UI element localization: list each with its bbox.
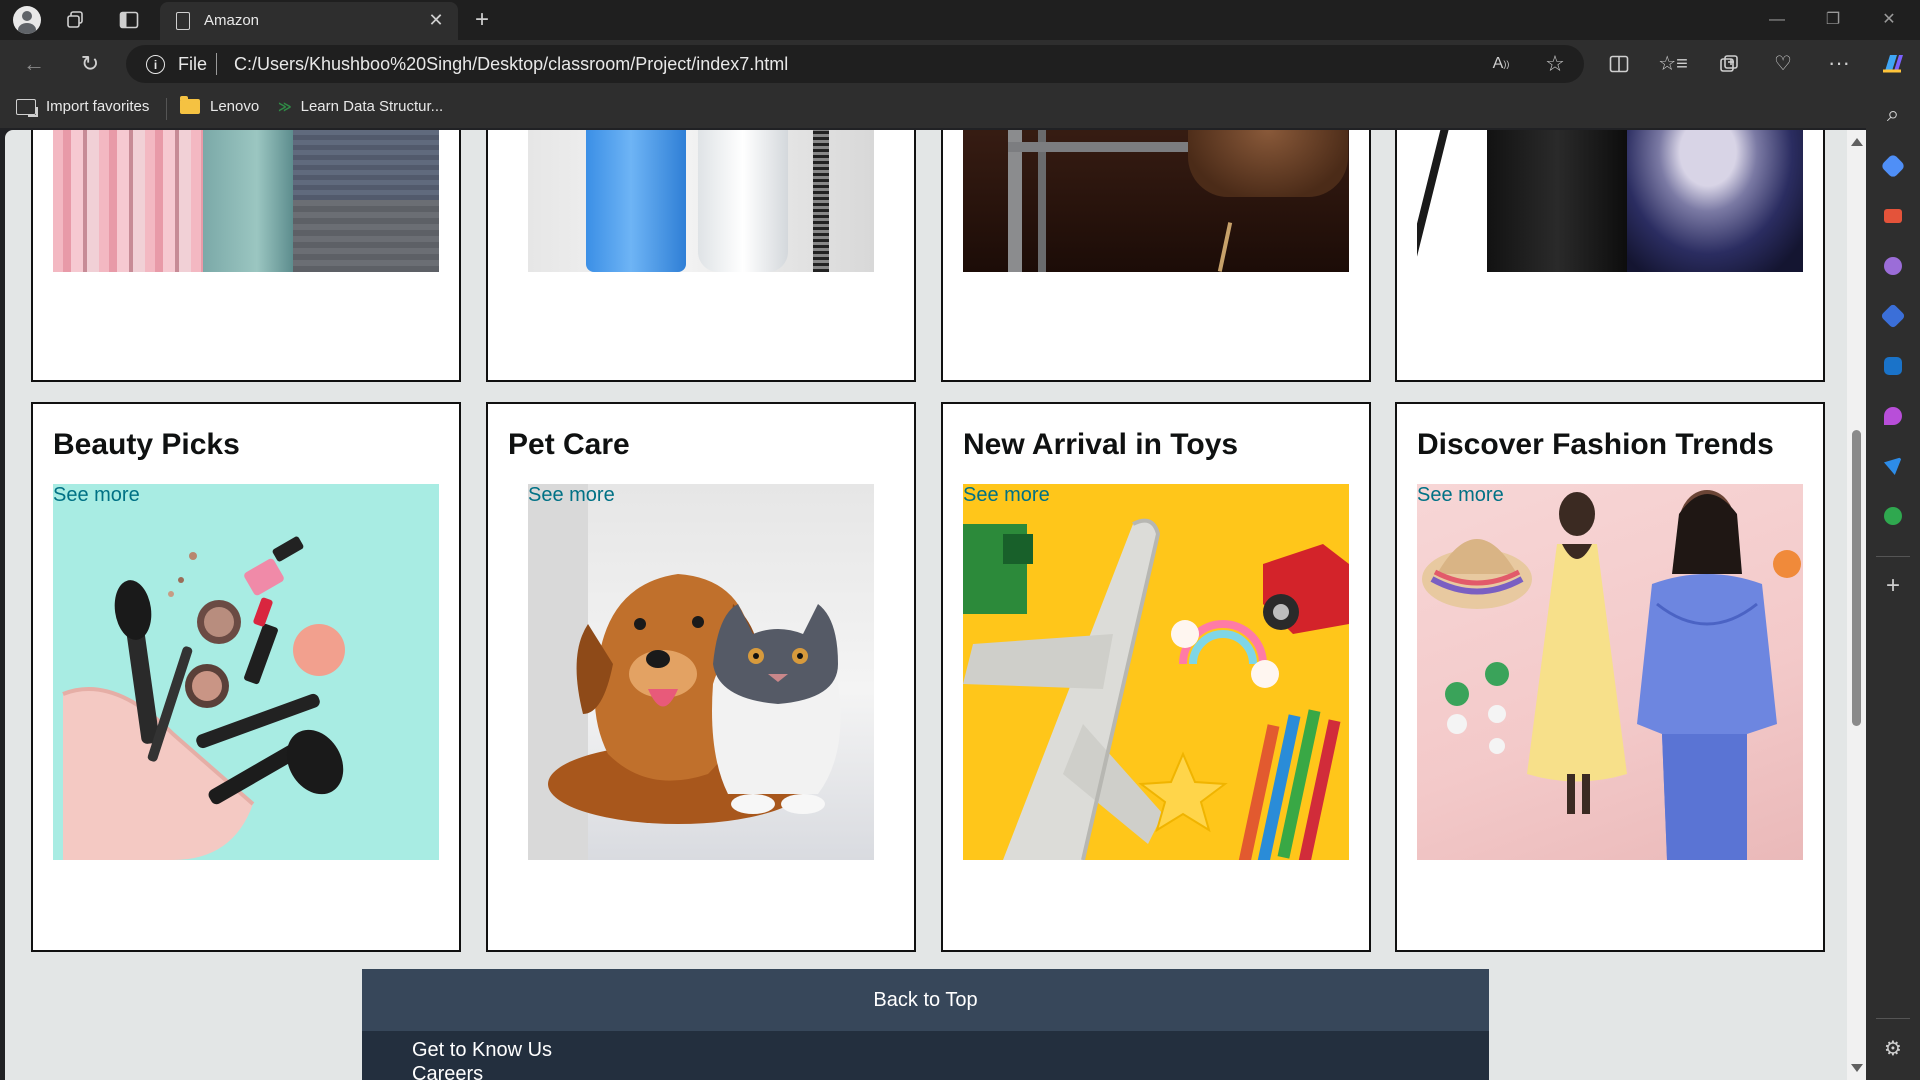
sidebar-separator <box>1876 556 1910 557</box>
samsung-phones-image[interactable] <box>1417 130 1803 272</box>
bookmark-separator <box>166 98 167 120</box>
ladder-and-chair-image[interactable] <box>963 130 1349 272</box>
scroll-up-arrow-icon[interactable] <box>1851 138 1863 146</box>
more-options-icon[interactable]: ··· <box>1826 50 1852 76</box>
tab-amazon[interactable]: Amazon ✕ <box>160 2 458 40</box>
address-bar[interactable]: i File C:/Users/Khushboo%20Singh/Desktop… <box>126 45 1584 83</box>
fashion-image[interactable] <box>1417 484 1803 860</box>
address-url[interactable]: C:/Users/Khushboo%20Singh/Desktop/classr… <box>234 54 788 75</box>
split-screen-icon[interactable] <box>1606 52 1632 76</box>
scroll-down-arrow-icon[interactable] <box>1851 1064 1863 1072</box>
browser-essentials-icon[interactable]: ♡ <box>1770 52 1796 76</box>
card-title: Pet Care <box>508 428 630 461</box>
bookmark-import-favorites[interactable]: Import favorites <box>16 98 150 117</box>
vertical-tabs-icon[interactable] <box>116 8 142 32</box>
back-arrow-icon[interactable]: ← <box>20 52 48 76</box>
card-title: Discover Fashion Trends <box>1417 428 1774 461</box>
card-title: New Arrival in Toys <box>963 428 1239 461</box>
favorites-icon[interactable]: ☆≡ <box>1658 51 1688 77</box>
tab-close-icon[interactable]: ✕ <box>424 8 448 32</box>
page-icon <box>176 12 190 30</box>
product-card <box>941 130 1371 382</box>
read-aloud-icon[interactable]: A)) <box>1488 53 1514 75</box>
settings-gear-icon[interactable]: ⚙ <box>1881 1036 1905 1060</box>
back-to-top-button[interactable]: Back to Top <box>362 969 1489 1031</box>
refresh-icon[interactable]: ↻ <box>76 50 104 78</box>
gg-logo-icon: ≫ <box>278 98 292 114</box>
new-tab-icon[interactable]: + <box>468 6 496 34</box>
import-favorites-icon <box>16 98 38 117</box>
makeup-image[interactable] <box>53 484 439 860</box>
favorite-star-icon[interactable]: ☆ <box>1542 52 1568 76</box>
bookmark-lenovo[interactable]: Lenovo <box>180 96 260 115</box>
bookmark-label: Learn Data Structur... <box>300 98 444 115</box>
title-bar: Amazon ✕ + — ❐ ✕ <box>0 0 1920 40</box>
product-card <box>486 130 916 382</box>
footer: Get to Know Us Careers <box>362 1031 1489 1080</box>
designer-icon[interactable] <box>1881 404 1905 428</box>
workspaces-icon[interactable] <box>62 8 88 32</box>
card-discover-fashion-trends: Discover Fashion Trends See more <box>1395 402 1825 952</box>
see-more-link[interactable]: See more <box>963 484 1050 507</box>
browser-toolbar: ← ↻ i File C:/Users/Khushboo%20Singh/Des… <box>0 40 1920 88</box>
copilot-icon[interactable] <box>1878 48 1908 78</box>
outlook-icon[interactable] <box>1881 354 1905 378</box>
bookmark-learn-data-structures[interactable]: ≫ Learn Data Structur... <box>278 98 443 115</box>
games-icon[interactable] <box>1881 254 1905 278</box>
scroll-thumb[interactable] <box>1852 430 1861 726</box>
bath-accessories-image[interactable] <box>528 130 874 272</box>
microsoft-365-icon[interactable] <box>1880 303 1906 329</box>
folder-icon <box>180 96 200 114</box>
footer-link-careers[interactable]: Careers <box>412 1063 483 1080</box>
product-card <box>1395 130 1825 382</box>
sidebar-separator <box>1876 1018 1910 1019</box>
card-new-arrival-toys: New Arrival in Toys See more <box>941 402 1371 952</box>
product-card <box>31 130 461 382</box>
restore-icon[interactable]: ❐ <box>1810 4 1856 36</box>
see-more-link[interactable]: See more <box>528 484 615 507</box>
tools-briefcase-icon[interactable] <box>1881 204 1905 228</box>
shopping-tag-icon[interactable] <box>1880 153 1906 179</box>
tab-title: Amazon <box>204 12 260 29</box>
page-viewport: Beauty Picks See more Pet Care See more … <box>5 130 1847 1080</box>
bookmark-label: Import favorites <box>46 98 150 115</box>
bookmark-label: Lenovo <box>210 98 260 115</box>
minimize-icon[interactable]: — <box>1754 4 1800 36</box>
pastel-fabrics-image[interactable] <box>53 130 439 272</box>
card-pet-care: Pet Care See more <box>486 402 916 952</box>
collections-icon[interactable] <box>1716 52 1742 76</box>
card-title: Beauty Picks <box>53 428 240 461</box>
card-beauty-picks: Beauty Picks See more <box>31 402 461 952</box>
address-separator <box>216 53 217 75</box>
send-icon[interactable] <box>1881 454 1905 478</box>
drop-icon[interactable] <box>1881 504 1905 528</box>
bookmarks-bar: Import favorites Lenovo ≫ Learn Data Str… <box>0 88 1920 128</box>
see-more-link[interactable]: See more <box>1417 484 1504 507</box>
address-scheme: File <box>178 54 208 74</box>
edge-sidebar: ⌕ + ⚙ <box>1866 88 1920 1080</box>
profile-avatar-icon <box>13 6 41 34</box>
see-more-link[interactable]: See more <box>53 484 140 507</box>
add-icon[interactable]: + <box>1881 572 1905 599</box>
dog-and-cat-image[interactable] <box>528 484 874 860</box>
page-scrollbar[interactable] <box>1847 130 1866 1080</box>
info-icon[interactable]: i <box>146 55 165 74</box>
close-window-icon[interactable]: ✕ <box>1866 4 1912 36</box>
profile-button[interactable] <box>12 6 42 34</box>
toys-image[interactable] <box>963 484 1349 860</box>
search-icon[interactable]: ⌕ <box>1881 101 1905 126</box>
footer-heading: Get to Know Us <box>412 1039 553 1061</box>
